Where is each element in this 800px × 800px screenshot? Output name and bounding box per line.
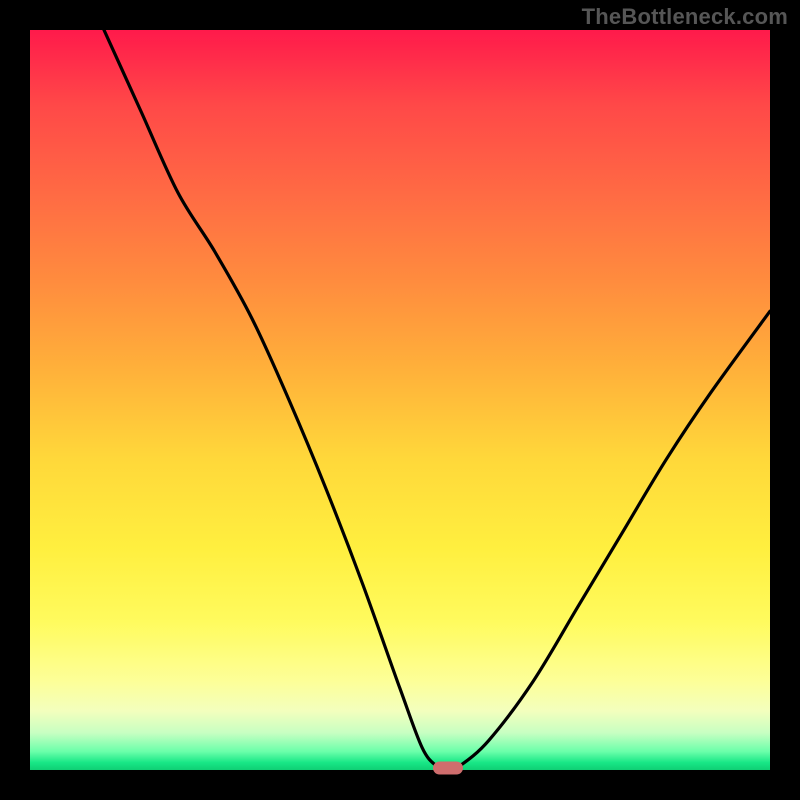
chart-frame: TheBottleneck.com xyxy=(0,0,800,800)
curve-path xyxy=(104,30,770,770)
watermark-text: TheBottleneck.com xyxy=(582,4,788,30)
minimum-marker xyxy=(433,762,463,775)
bottleneck-curve xyxy=(30,30,770,770)
plot-area xyxy=(30,30,770,770)
